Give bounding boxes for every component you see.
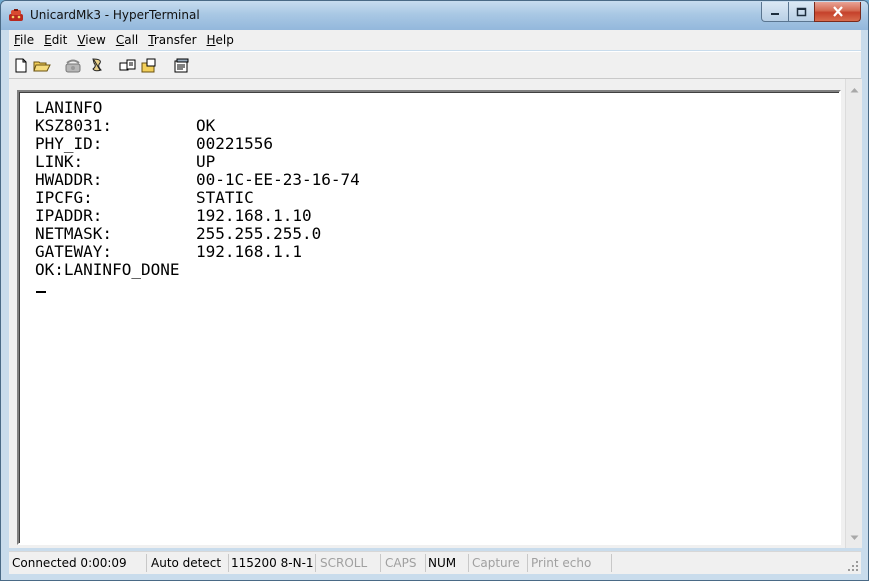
- open-folder-icon: [33, 61, 51, 71]
- row-value: STATIC: [196, 188, 254, 207]
- client-area: LANINFO KSZ8031: OK PHY_ID: 00221556 LIN…: [9, 79, 862, 548]
- minimize-icon: [771, 12, 779, 15]
- status-num: NUM: [425, 554, 469, 572]
- receive-button[interactable]: [141, 57, 159, 73]
- new-file-icon: [15, 58, 27, 72]
- terminal-output: LANINFO KSZ8031: OK PHY_ID: 00221556 LIN…: [35, 98, 360, 297]
- terminal-row: KSZ8031: OK: [35, 116, 215, 135]
- new-connection-button[interactable]: [12, 57, 30, 73]
- open-button[interactable]: [33, 57, 51, 73]
- scroll-up-button[interactable]: [846, 82, 862, 98]
- status-detect: Auto detect: [148, 554, 229, 572]
- scroll-down-button[interactable]: [846, 530, 862, 546]
- phone-icon: [65, 59, 81, 72]
- window-title: UnicardMk3 - HyperTerminal: [30, 8, 200, 22]
- menu-edit[interactable]: Edit: [39, 30, 72, 50]
- arrow-down-icon: [850, 535, 858, 540]
- status-port-settings: 115200 8-N-1: [228, 554, 316, 572]
- terminal-row: LINK: UP: [35, 152, 215, 171]
- row-value: OK: [196, 116, 216, 135]
- terminal-frame: LANINFO KSZ8031: OK PHY_ID: 00221556 LIN…: [17, 90, 841, 545]
- terminal-header-line: LANINFO: [35, 98, 103, 117]
- terminal-row: IPADDR: 192.168.1.10: [35, 206, 312, 225]
- status-print-echo: Print echo: [528, 554, 612, 572]
- cursor-line: [35, 279, 180, 297]
- row-value: 00221556: [196, 134, 274, 153]
- row-key: PHY_ID:: [35, 134, 103, 153]
- send-icon: [119, 59, 136, 70]
- row-value: UP: [196, 152, 216, 171]
- menu-view[interactable]: View: [72, 30, 110, 50]
- properties-button[interactable]: [172, 57, 190, 73]
- send-button[interactable]: [119, 57, 137, 73]
- arrow-up-icon: [850, 88, 858, 93]
- vertical-scrollbar[interactable]: [845, 79, 862, 548]
- terminal-row: HWADDR: 00-1C-EE-23-16-74: [35, 170, 360, 189]
- row-key: IPADDR:: [35, 206, 103, 225]
- terminal-row: GATEWAY: 192.168.1.1: [35, 242, 302, 261]
- resize-grip-icon[interactable]: [847, 560, 859, 572]
- disconnect-icon: [92, 58, 102, 72]
- properties-icon: [174, 58, 188, 72]
- status-capture: Capture: [469, 554, 528, 572]
- row-key: KSZ8031:: [35, 116, 113, 135]
- row-value: 192.168.1.1: [196, 242, 302, 261]
- call-button[interactable]: [64, 57, 82, 73]
- toolbar: [9, 51, 861, 79]
- status-scroll: SCROLL: [317, 554, 381, 572]
- terminal-screen[interactable]: LANINFO KSZ8031: OK PHY_ID: 00221556 LIN…: [19, 92, 839, 543]
- hyperterminal-app-icon[interactable]: [8, 7, 24, 23]
- status-bar: Connected 0:00:09 Auto detect 115200 8-N…: [9, 551, 861, 574]
- terminal-row: PHY_ID: 00221556: [35, 134, 273, 153]
- title-bar[interactable]: UnicardMk3 - HyperTerminal: [1, 1, 868, 30]
- text-cursor: [36, 291, 46, 293]
- row-key: HWADDR:: [35, 170, 103, 189]
- row-value: 192.168.1.10: [196, 206, 312, 225]
- row-value: 00-1C-EE-23-16-74: [196, 170, 360, 189]
- row-key: IPCFG:: [35, 188, 93, 207]
- close-icon: [832, 6, 843, 17]
- terminal-row: NETMASK: 255.255.255.0: [35, 224, 321, 243]
- menu-transfer[interactable]: Transfer: [143, 30, 201, 50]
- terminal-row: IPCFG: STATIC: [35, 188, 254, 207]
- status-caps: CAPS: [382, 554, 426, 572]
- close-button[interactable]: [814, 2, 861, 22]
- row-key: LINK:: [35, 152, 84, 171]
- menu-help[interactable]: Help: [202, 30, 239, 50]
- disconnect-button[interactable]: [88, 57, 106, 73]
- menu-bar: File Edit View Call Transfer Help: [9, 30, 861, 50]
- row-value: 255.255.255.0: [196, 224, 322, 243]
- hyperterminal-window: UnicardMk3 - HyperTerminal File Edit Vie…: [0, 0, 869, 581]
- menu-file[interactable]: File: [9, 30, 39, 50]
- terminal-footer-line: OK:LANINFO_DONE: [35, 260, 180, 279]
- menu-call[interactable]: Call: [111, 30, 143, 50]
- row-key: NETMASK:: [35, 224, 113, 243]
- row-key: GATEWAY:: [35, 242, 113, 261]
- maximize-icon: [796, 7, 807, 16]
- receive-icon: [141, 58, 156, 72]
- status-connected: Connected 0:00:09: [9, 554, 147, 572]
- minimize-button[interactable]: [761, 2, 789, 22]
- maximize-button[interactable]: [788, 2, 815, 22]
